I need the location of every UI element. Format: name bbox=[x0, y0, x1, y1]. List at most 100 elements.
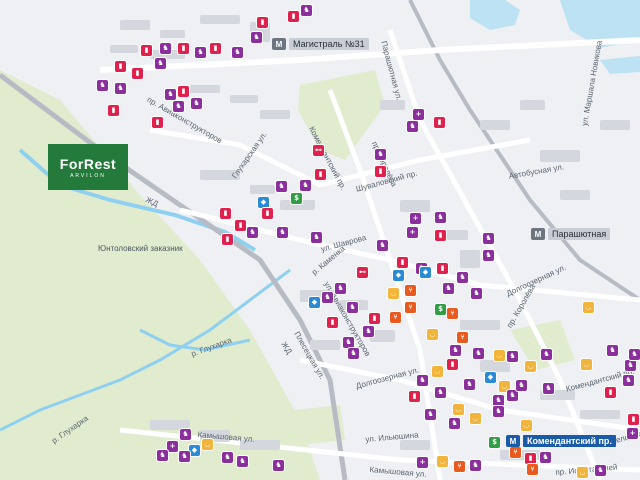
basket-icon[interactable]: ◡ bbox=[470, 413, 481, 424]
rocking-horse-icon[interactable]: ♞ bbox=[623, 375, 634, 386]
rocking-horse-icon[interactable]: ♞ bbox=[195, 47, 206, 58]
rocking-horse-icon[interactable]: ♞ bbox=[300, 180, 311, 191]
rocking-horse-icon[interactable]: ♞ bbox=[435, 212, 446, 223]
rocking-horse-icon[interactable]: ♞ bbox=[343, 337, 354, 348]
rocking-horse-icon[interactable]: ♞ bbox=[540, 452, 551, 463]
metro-station[interactable]: М Магистраль №31 bbox=[272, 38, 369, 50]
cross-icon[interactable]: + bbox=[167, 441, 178, 452]
rocking-horse-icon[interactable]: ♞ bbox=[543, 383, 554, 394]
book-icon[interactable]: ▮ bbox=[220, 208, 231, 219]
rocking-horse-icon[interactable]: ♞ bbox=[507, 390, 518, 401]
cross-icon[interactable]: + bbox=[413, 109, 424, 120]
book-icon[interactable]: ▮ bbox=[115, 61, 126, 72]
forest-arvilon-logo[interactable]: ForRest ARVILON bbox=[48, 144, 128, 190]
tag-icon[interactable]: ◆ bbox=[485, 372, 496, 383]
rocking-horse-icon[interactable]: ♞ bbox=[407, 121, 418, 132]
book-icon[interactable]: ▮ bbox=[435, 230, 446, 241]
book-icon[interactable]: ▮ bbox=[210, 43, 221, 54]
rocking-horse-icon[interactable]: ♞ bbox=[516, 380, 527, 391]
basket-icon[interactable]: ◡ bbox=[432, 366, 443, 377]
basket-icon[interactable]: ◡ bbox=[453, 404, 464, 415]
book-icon[interactable]: ▮ bbox=[288, 11, 299, 22]
book-icon[interactable]: ▮ bbox=[447, 359, 458, 370]
cutlery-icon[interactable]: ⑂ bbox=[405, 285, 416, 296]
rocking-horse-icon[interactable]: ♞ bbox=[276, 181, 287, 192]
rocking-horse-icon[interactable]: ♞ bbox=[348, 348, 359, 359]
rocking-horse-icon[interactable]: ♞ bbox=[335, 283, 346, 294]
cutlery-icon[interactable]: ⑂ bbox=[457, 332, 468, 343]
rocking-horse-icon[interactable]: ♞ bbox=[322, 292, 333, 303]
basket-icon[interactable]: ◡ bbox=[581, 359, 592, 370]
rocking-horse-icon[interactable]: ♞ bbox=[493, 406, 504, 417]
rocking-horse-icon[interactable]: ♞ bbox=[97, 80, 108, 91]
book-icon[interactable]: ▮ bbox=[257, 17, 268, 28]
book-icon[interactable]: ▮ bbox=[141, 45, 152, 56]
rocking-horse-icon[interactable]: ♞ bbox=[165, 89, 176, 100]
rocking-horse-icon[interactable]: ♞ bbox=[160, 43, 171, 54]
basket-icon[interactable]: ◡ bbox=[521, 420, 532, 431]
tag-icon[interactable]: ◆ bbox=[420, 267, 431, 278]
rocking-horse-icon[interactable]: ♞ bbox=[251, 32, 262, 43]
cross-icon[interactable]: + bbox=[410, 213, 421, 224]
rocking-horse-icon[interactable]: ♞ bbox=[301, 5, 312, 16]
cross-icon[interactable]: + bbox=[417, 457, 428, 468]
rocking-horse-icon[interactable]: ♞ bbox=[425, 409, 436, 420]
basket-icon[interactable]: ◡ bbox=[388, 288, 399, 299]
rocking-horse-icon[interactable]: ♞ bbox=[115, 83, 126, 94]
book-icon[interactable]: ▮ bbox=[235, 220, 246, 231]
rocking-horse-icon[interactable]: ♞ bbox=[311, 232, 322, 243]
rocking-horse-icon[interactable]: ♞ bbox=[470, 460, 481, 471]
rocking-horse-icon[interactable]: ♞ bbox=[179, 451, 190, 462]
dumbbell-icon[interactable]: ⊷ bbox=[357, 267, 368, 278]
basket-icon[interactable]: ◡ bbox=[583, 302, 594, 313]
metro-station[interactable]: М Комендантский пр. bbox=[506, 435, 616, 447]
book-icon[interactable]: ▮ bbox=[375, 166, 386, 177]
rocking-horse-icon[interactable]: ♞ bbox=[232, 47, 243, 58]
tag-icon[interactable]: ◆ bbox=[309, 297, 320, 308]
rocking-horse-icon[interactable]: ♞ bbox=[457, 272, 468, 283]
rocking-horse-icon[interactable]: ♞ bbox=[173, 101, 184, 112]
book-icon[interactable]: ▮ bbox=[315, 169, 326, 180]
rocking-horse-icon[interactable]: ♞ bbox=[541, 349, 552, 360]
city-map[interactable]: ForRest ARVILON пр. Авиаконструкторов Глу… bbox=[0, 0, 640, 480]
dollar-icon[interactable]: $ bbox=[435, 304, 446, 315]
book-icon[interactable]: ▮ bbox=[437, 263, 448, 274]
book-icon[interactable]: ▮ bbox=[409, 391, 420, 402]
rocking-horse-icon[interactable]: ♞ bbox=[237, 456, 248, 467]
rocking-horse-icon[interactable]: ♞ bbox=[347, 302, 358, 313]
rocking-horse-icon[interactable]: ♞ bbox=[247, 227, 258, 238]
rocking-horse-icon[interactable]: ♞ bbox=[450, 345, 461, 356]
rocking-horse-icon[interactable]: ♞ bbox=[471, 288, 482, 299]
rocking-horse-icon[interactable]: ♞ bbox=[493, 395, 504, 406]
cross-icon[interactable]: + bbox=[627, 428, 638, 439]
rocking-horse-icon[interactable]: ♞ bbox=[464, 379, 475, 390]
cutlery-icon[interactable]: ⑂ bbox=[454, 461, 465, 472]
book-icon[interactable]: ▮ bbox=[152, 117, 163, 128]
rocking-horse-icon[interactable]: ♞ bbox=[277, 227, 288, 238]
basket-icon[interactable]: ◡ bbox=[577, 467, 588, 478]
rocking-horse-icon[interactable]: ♞ bbox=[222, 452, 233, 463]
rocking-horse-icon[interactable]: ♞ bbox=[375, 149, 386, 160]
cutlery-icon[interactable]: ⑂ bbox=[390, 312, 401, 323]
tag-icon[interactable]: ◆ bbox=[189, 445, 200, 456]
book-icon[interactable]: ▮ bbox=[132, 68, 143, 79]
rocking-horse-icon[interactable]: ♞ bbox=[417, 375, 428, 386]
cutlery-icon[interactable]: ⑂ bbox=[510, 447, 521, 458]
tag-icon[interactable]: ◆ bbox=[258, 197, 269, 208]
book-icon[interactable]: ▮ bbox=[262, 208, 273, 219]
basket-icon[interactable]: ◡ bbox=[525, 361, 536, 372]
dollar-icon[interactable]: $ bbox=[489, 437, 500, 448]
book-icon[interactable]: ▮ bbox=[178, 43, 189, 54]
rocking-horse-icon[interactable]: ♞ bbox=[273, 460, 284, 471]
rocking-horse-icon[interactable]: ♞ bbox=[473, 348, 484, 359]
book-icon[interactable]: ▮ bbox=[222, 234, 233, 245]
dollar-icon[interactable]: $ bbox=[291, 193, 302, 204]
rocking-horse-icon[interactable]: ♞ bbox=[363, 326, 374, 337]
cross-icon[interactable]: + bbox=[407, 227, 418, 238]
book-icon[interactable]: ▮ bbox=[369, 313, 380, 324]
cutlery-icon[interactable]: ⑂ bbox=[405, 302, 416, 313]
book-icon[interactable]: ▮ bbox=[434, 117, 445, 128]
rocking-horse-icon[interactable]: ♞ bbox=[625, 360, 636, 371]
rocking-horse-icon[interactable]: ♞ bbox=[157, 450, 168, 461]
rocking-horse-icon[interactable]: ♞ bbox=[449, 418, 460, 429]
